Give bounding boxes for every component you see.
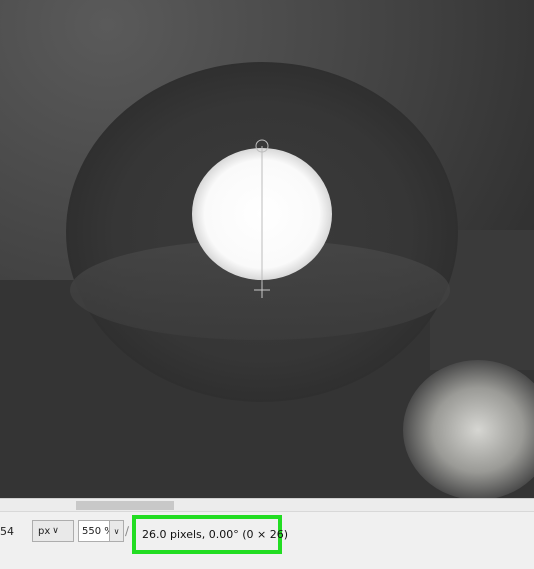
- chevron-down-icon: ∨: [52, 526, 59, 536]
- zoom-combo[interactable]: 550 % ∨: [78, 520, 124, 542]
- measurement-readout: 26.0 pixels, 0.00° (0 × 26): [132, 515, 288, 554]
- ruler-icon: ∕: [125, 524, 130, 538]
- pointer-coordinate: 54: [0, 525, 14, 538]
- scrollbar-thumb[interactable]: [76, 501, 174, 510]
- unit-select[interactable]: px ∨: [32, 520, 74, 542]
- zoomed-photo: [0, 0, 534, 498]
- horizontal-scrollbar[interactable]: [0, 498, 534, 511]
- chevron-down-icon[interactable]: ∨: [109, 521, 123, 541]
- image-canvas[interactable]: [0, 0, 534, 498]
- status-bar: 54 px ∨ 550 % ∨ ∕ 26.0 pixels, 0.00° (0 …: [0, 511, 534, 569]
- measurement-text: 26.0 pixels, 0.00° (0 × 26): [142, 528, 289, 541]
- unit-label: px: [38, 525, 51, 537]
